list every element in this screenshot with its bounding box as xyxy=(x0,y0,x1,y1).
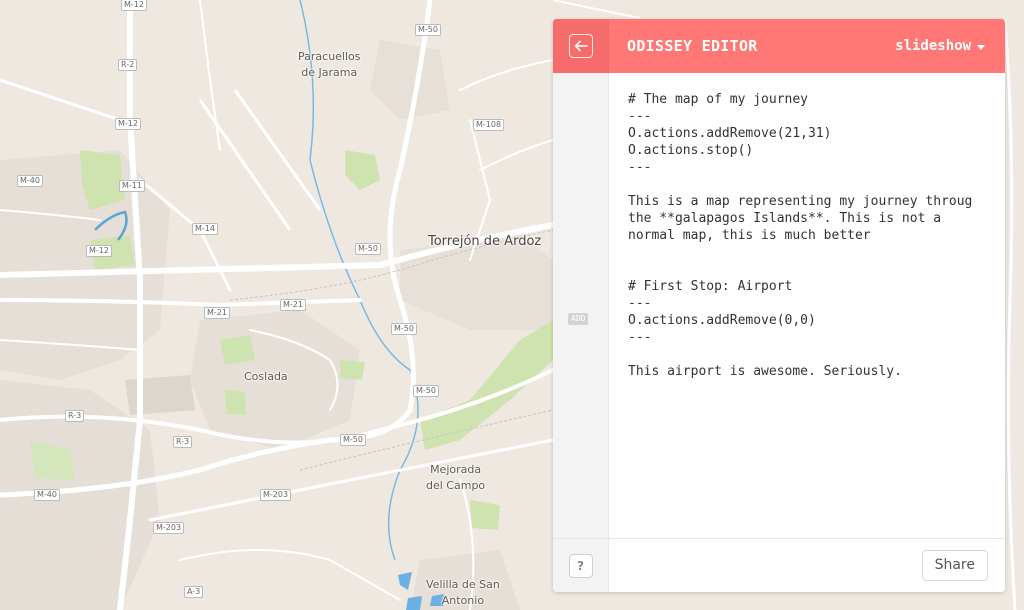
road-shield: M-21 xyxy=(280,299,306,311)
code-line: This is a map representing my journey th… xyxy=(628,194,973,209)
road-shield: M-50 xyxy=(415,24,441,36)
place-line: Coslada xyxy=(244,370,288,383)
road-shield: M-40 xyxy=(34,489,60,501)
code-line: O.actions.addRemove(0,0) xyxy=(628,313,816,328)
code-line: normal map, this is much better xyxy=(628,228,871,243)
road-shield: M-50 xyxy=(355,243,381,255)
add-slide-button[interactable]: ADD xyxy=(568,313,589,325)
code-line: the **galapagos Islands**. This is not a xyxy=(628,211,942,226)
code-line: # The map of my journey xyxy=(628,92,809,107)
road-shield: R-3 xyxy=(65,410,85,422)
back-button[interactable] xyxy=(569,34,593,58)
code-line: # First Stop: Airport xyxy=(628,279,793,294)
road-shield: M-11 xyxy=(119,180,145,192)
road-shield: M-50 xyxy=(340,434,366,446)
arrow-left-icon xyxy=(574,40,588,52)
editor-gutter: ADD xyxy=(553,73,609,538)
road-shield: M-203 xyxy=(260,489,292,501)
road-shield: R-3 xyxy=(173,436,193,448)
road-shield: M-203 xyxy=(153,522,185,534)
road-shield: M-50 xyxy=(413,385,439,397)
road-shield: R-2 xyxy=(118,59,138,71)
road-shield: M-21 xyxy=(204,307,230,319)
place-line: Antonio xyxy=(441,594,485,607)
place-line: Velilla de San xyxy=(426,578,500,591)
road-shield: M-40 xyxy=(17,175,43,187)
code-line: --- xyxy=(628,330,652,345)
place-label-velilla: Velilla de San Antonio xyxy=(426,577,500,609)
markdown-code-editor[interactable]: # The map of my journey --- O.actions.addR… xyxy=(628,91,993,531)
place-line: del Campo xyxy=(426,479,486,492)
road-shield: M-12 xyxy=(121,0,147,11)
caret-down-icon xyxy=(977,44,985,50)
code-line: O.actions.addRemove(21,31) xyxy=(628,126,832,141)
road-shield: M-50 xyxy=(391,323,417,335)
editor-footer: ? Share xyxy=(553,538,1005,592)
place-label-torrejon: Torrejón de Ardoz xyxy=(428,234,541,250)
code-line: --- xyxy=(628,296,652,311)
place-line: Torrejón de Ardoz xyxy=(428,234,542,249)
code-line: --- xyxy=(628,160,652,175)
code-line: --- xyxy=(628,109,652,124)
share-button[interactable]: Share xyxy=(921,550,988,581)
editor-header: ODISSEY EDITOR slideshow xyxy=(553,19,1005,73)
editor-title: ODISSEY EDITOR xyxy=(627,37,758,55)
road-shield: A-3 xyxy=(184,586,204,598)
road-shield: M-12 xyxy=(115,118,141,130)
mode-dropdown[interactable]: slideshow xyxy=(895,36,985,56)
back-button-cell xyxy=(553,19,609,73)
help-button[interactable]: ? xyxy=(568,554,593,578)
road-shield: M-14 xyxy=(192,223,218,235)
place-label-mejorada: Mejorada del Campo xyxy=(426,462,485,494)
place-line: Mejorada xyxy=(430,463,482,476)
road-shield: M-108 xyxy=(473,119,505,131)
code-line: O.actions.stop() xyxy=(628,143,754,158)
place-line: Paracuellos xyxy=(298,50,361,63)
code-line: This airport is awesome. Seriously. xyxy=(628,364,902,379)
help-button-cell: ? xyxy=(553,539,609,592)
mode-dropdown-label: slideshow xyxy=(895,38,971,54)
place-label-coslada: Coslada xyxy=(244,369,288,385)
road-shield: M-12 xyxy=(86,245,112,257)
place-label-paracuellos: Paracuellos de Jarama xyxy=(298,49,361,81)
odissey-editor-panel: ODISSEY EDITOR slideshow ADD # The map o… xyxy=(553,19,1005,592)
place-line: de Jarama xyxy=(301,66,358,79)
